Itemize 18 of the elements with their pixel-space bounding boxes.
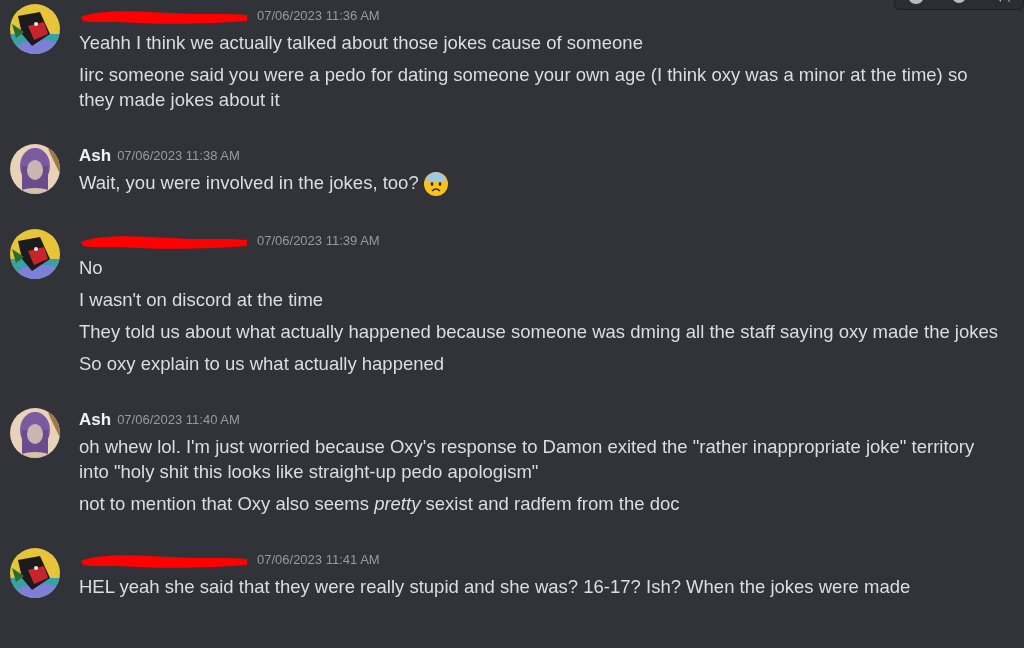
message-text: I wasn't on discord at the time: [79, 289, 324, 311]
message-text: No: [79, 257, 103, 279]
timestamp: 07/06/2023 11:36 AM: [257, 7, 380, 26]
timestamp: 07/06/2023 11:41 AM: [257, 551, 380, 570]
timestamp: 07/06/2023 11:38 AM: [117, 147, 240, 166]
anxious-face-emoji-icon: [422, 171, 449, 198]
timestamp: 07/06/2023 11:40 AM: [117, 411, 240, 430]
message-text: So oxy explain to us what actually happened: [79, 353, 445, 375]
message-text: HEL yeah she said that they were really stupid and she was? 16-17? Ish? When the jokes were made: [79, 576, 911, 598]
author-name[interactable]: Ash: [79, 143, 112, 169]
timestamp: 07/06/2023 11:39 AM: [257, 232, 380, 251]
author-name[interactable]: Ash: [79, 407, 112, 433]
message-text: Wait, you were involved in the jokes, too?: [79, 172, 419, 193]
message-text: oh whew lol. I'm just worried because Oxy's response to Damon exited the "rather inappropriate joke" territory into "holy shit this looks like straight-up pedo apologism": [79, 436, 975, 483]
message-text: Iirc someone said you were a pedo for dating someone your own age (I think oxy was a minor at the time) so they made jokes about it: [79, 64, 968, 110]
message-text: not to mention that Oxy also seems pretty sexist and radfem from the doc: [79, 493, 680, 515]
message-text: Yeahh I think we actually talked about those jokes cause of someone: [79, 32, 643, 53]
message-text: They told us about what actually happened because someone was dming all the staff saying oxy made the jokes: [79, 321, 999, 343]
